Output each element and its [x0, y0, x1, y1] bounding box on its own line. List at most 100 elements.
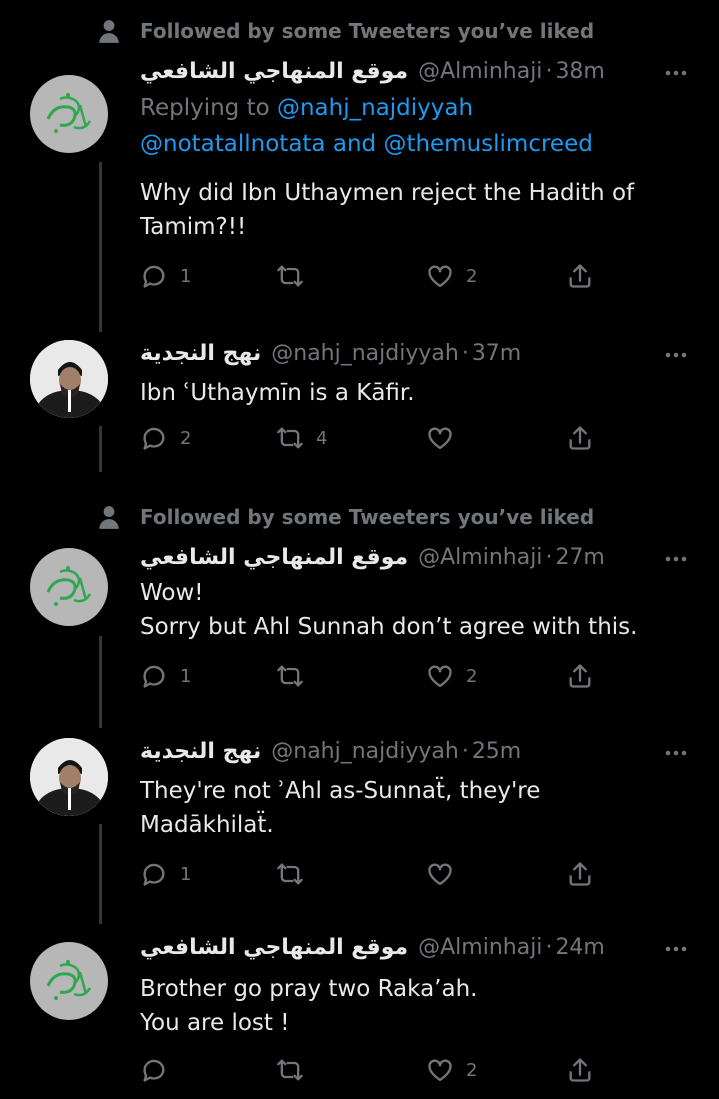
profile-photo	[30, 738, 108, 816]
alminhaji-logo	[46, 960, 92, 1000]
tweet[interactable]: موقع المنهاجي الشافعي @Alminhaji · 24m B…	[0, 912, 719, 1099]
thread-line	[99, 320, 102, 332]
more-icon[interactable]	[665, 750, 687, 756]
like-button[interactable]	[426, 424, 466, 452]
separator-dot: ·	[545, 545, 553, 570]
retweet-button[interactable]: 4	[276, 424, 327, 452]
mention-and: and	[332, 131, 377, 157]
username[interactable]: @Alminhaji	[418, 544, 542, 572]
social-context-text: Followed by some Tweeters you’ve liked	[140, 19, 595, 43]
share-button[interactable]	[566, 424, 594, 452]
share-button[interactable]	[566, 860, 594, 888]
reply-button[interactable]: 2	[140, 424, 191, 452]
retweet-button[interactable]	[276, 1056, 316, 1084]
retweet-button[interactable]	[276, 262, 316, 290]
more-icon[interactable]	[665, 556, 687, 562]
share-icon	[569, 862, 591, 886]
tweet-header: موقع المنهاجي الشافعي @Alminhaji · 24m	[140, 934, 605, 962]
like-count: 2	[466, 1059, 478, 1081]
thread-line	[99, 716, 102, 728]
retweet-icon	[277, 265, 303, 287]
retweet-button[interactable]	[276, 860, 316, 888]
avatar[interactable]	[30, 75, 108, 153]
tweet-actions: 1	[140, 860, 610, 892]
tweet[interactable]: Followed by some Tweeters you’ve liked م…	[0, 0, 719, 332]
like-icon	[428, 265, 452, 288]
tweet[interactable]: Followed by some Tweeters you’ve liked م…	[0, 486, 719, 718]
retweet-icon	[277, 1059, 303, 1081]
thread-line	[99, 162, 102, 332]
share-button[interactable]	[566, 662, 594, 690]
separator-dot: ·	[545, 935, 553, 960]
reply-count: 1	[180, 665, 192, 687]
reply-icon	[143, 1059, 165, 1082]
like-count: 2	[466, 665, 478, 687]
display-name[interactable]: موقع المنهاجي الشافعي	[140, 934, 408, 962]
username[interactable]: @Alminhaji	[418, 58, 542, 86]
username[interactable]: @nahj_najdiyyah	[271, 738, 459, 766]
share-button[interactable]	[566, 1056, 594, 1084]
tweet-text: Wow! Sorry but Ahl Sunnah don’t agree wi…	[140, 580, 638, 640]
timestamp[interactable]: 24m	[555, 934, 604, 962]
reply-icon	[143, 863, 165, 886]
reply-button[interactable]	[140, 1056, 180, 1084]
separator-dot: ·	[461, 341, 469, 366]
tweet[interactable]: نهج النجدية @nahj_najdiyyah · 37m Ibn ʿU…	[0, 320, 719, 472]
person-icon	[99, 20, 119, 43]
like-button[interactable]	[426, 860, 466, 888]
more-icon[interactable]	[665, 946, 687, 952]
share-icon	[569, 664, 591, 688]
thread-line	[99, 426, 102, 472]
display-name[interactable]: موقع المنهاجي الشافعي	[140, 544, 408, 572]
share-icon	[569, 426, 591, 450]
separator-dot: ·	[461, 739, 469, 764]
replying-to: Replying to @nahj_najdiyyah @notatallnot…	[140, 90, 680, 162]
reply-icon	[143, 665, 165, 688]
display-name[interactable]: موقع المنهاجي الشافعي	[140, 58, 408, 86]
like-button[interactable]: 2	[426, 262, 477, 290]
thread-line	[99, 824, 102, 914]
like-icon	[428, 427, 452, 450]
tweet[interactable]: نهج النجدية @nahj_najdiyyah · 25m They'r…	[0, 716, 719, 914]
reply-button[interactable]: 1	[140, 262, 191, 290]
more-icon[interactable]	[665, 352, 687, 358]
timestamp[interactable]: 38m	[555, 58, 604, 86]
avatar[interactable]	[30, 340, 108, 418]
tweet-actions: 2 4	[140, 424, 610, 456]
thread-line	[99, 636, 102, 718]
reply-button[interactable]: 1	[140, 662, 191, 690]
social-context: Followed by some Tweeters you’ve liked	[96, 504, 594, 530]
username[interactable]: @nahj_najdiyyah	[271, 340, 459, 368]
tweet-actions: 1 2	[140, 662, 610, 694]
alminhaji-logo	[46, 566, 92, 606]
mention-link[interactable]: @nahj_najdiyyah	[277, 95, 473, 121]
avatar[interactable]	[30, 738, 108, 816]
tweet-header: موقع المنهاجي الشافعي @Alminhaji · 38m	[140, 58, 605, 86]
like-count: 2	[466, 265, 478, 287]
profile-photo	[30, 340, 108, 418]
like-button[interactable]: 2	[426, 1056, 477, 1084]
separator-dot: ·	[545, 59, 553, 84]
thread-line	[99, 912, 102, 924]
tweet-header: موقع المنهاجي الشافعي @Alminhaji · 27m	[140, 544, 605, 572]
more-icon[interactable]	[665, 70, 687, 76]
share-button[interactable]	[566, 262, 594, 290]
mention-link[interactable]: @notatallnotata	[140, 131, 326, 157]
retweet-button[interactable]	[276, 662, 316, 690]
display-name[interactable]: نهج النجدية	[140, 738, 261, 766]
person-icon	[99, 506, 119, 529]
display-name[interactable]: نهج النجدية	[140, 340, 261, 368]
avatar[interactable]	[30, 548, 108, 626]
mention-link[interactable]: @themuslimcreed	[383, 131, 592, 157]
timestamp[interactable]: 37m	[472, 340, 521, 368]
retweet-icon	[277, 863, 303, 885]
avatar[interactable]	[30, 942, 108, 1020]
timestamp[interactable]: 27m	[555, 544, 604, 572]
like-button[interactable]: 2	[426, 662, 477, 690]
timestamp[interactable]: 25m	[472, 738, 521, 766]
tweet-text: They're not ʾAhl as-Sunnaẗ, they're Madā…	[140, 778, 541, 838]
tweet-actions: 2	[140, 1056, 610, 1088]
reply-button[interactable]: 1	[140, 860, 191, 888]
username[interactable]: @Alminhaji	[418, 934, 542, 962]
tweet-text: Why did Ibn Uthaymen reject the Hadith o…	[140, 180, 635, 240]
